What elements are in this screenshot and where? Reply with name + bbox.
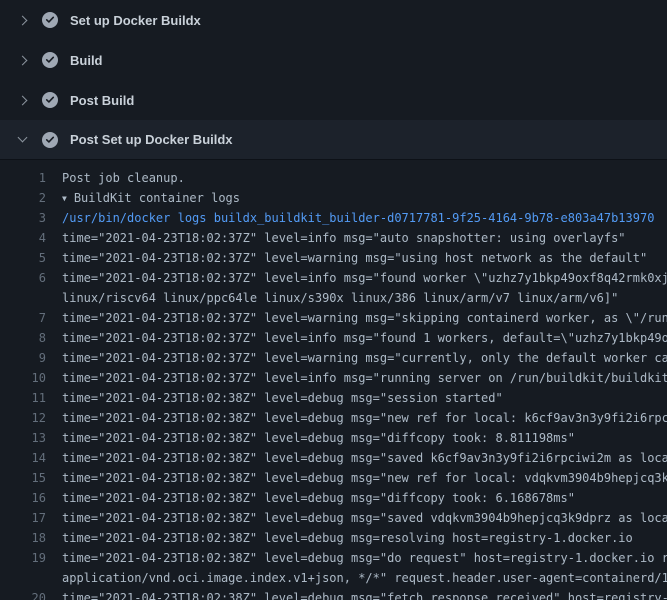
log-command-line: 3/usr/bin/docker logs buildx_buildkit_bu… xyxy=(0,208,667,228)
log-text: time="2021-04-23T18:02:37Z" level=warnin… xyxy=(62,308,667,328)
log-text: time="2021-04-23T18:02:38Z" level=debug … xyxy=(62,528,633,548)
line-number[interactable]: 17 xyxy=(0,508,46,528)
log-text: time="2021-04-23T18:02:38Z" level=debug … xyxy=(62,468,667,488)
line-number[interactable]: 16 xyxy=(0,488,46,508)
log-line: 12 time="2021-04-23T18:02:38Z" level=debu… xyxy=(0,408,667,428)
step-section-post-setup-docker-buildx[interactable]: Post Set up Docker Buildx xyxy=(0,120,667,160)
log-line: 6 time="2021-04-23T18:02:37Z" level=info … xyxy=(0,268,667,288)
line-number[interactable]: 7 xyxy=(0,308,46,328)
line-number[interactable]: 5 xyxy=(0,248,46,268)
log-line: 9 time="2021-04-23T18:02:37Z" level=warni… xyxy=(0,348,667,368)
log-text: time="2021-04-23T18:02:38Z" level=debug … xyxy=(62,448,667,468)
log-line: 20 time="2021-04-23T18:02:38Z" level=debu… xyxy=(0,588,667,600)
log-text: time="2021-04-23T18:02:38Z" level=debug … xyxy=(62,388,503,408)
log-text: time="2021-04-23T18:02:37Z" level=info m… xyxy=(62,268,667,288)
step-section-post-build[interactable]: Post Build xyxy=(0,80,667,120)
line-number[interactable]: 13 xyxy=(0,428,46,448)
line-number[interactable]: 12 xyxy=(0,408,46,428)
line-number[interactable]: 6 xyxy=(0,268,46,288)
line-number[interactable]: 18 xyxy=(0,528,46,548)
log-group-line: 2 ▼ BuildKit container logs xyxy=(0,188,667,208)
step-success-icon xyxy=(42,12,58,28)
log-line-continuation: linux/riscv64 linux/ppc64le linux/s390x … xyxy=(0,288,667,308)
log-command-text: /usr/bin/docker logs buildx_buildkit_bui… xyxy=(62,208,654,228)
log-line: 4 time="2021-04-23T18:02:37Z" level=info … xyxy=(0,228,667,248)
log-line: 5 time="2021-04-23T18:02:37Z" level=warni… xyxy=(0,248,667,268)
triangle-down-icon: ▼ xyxy=(62,189,67,208)
line-number[interactable]: 15 xyxy=(0,468,46,488)
chevron-down-icon[interactable] xyxy=(14,138,30,141)
log-text: time="2021-04-23T18:02:37Z" level=warnin… xyxy=(62,248,647,268)
log-text: time="2021-04-23T18:02:37Z" level=info m… xyxy=(62,328,667,348)
log-line: 7 time="2021-04-23T18:02:37Z" level=warni… xyxy=(0,308,667,328)
log-text: time="2021-04-23T18:02:37Z" level=warnin… xyxy=(62,348,667,368)
line-number[interactable]: 20 xyxy=(0,588,46,600)
line-number[interactable]: 1 xyxy=(0,168,46,188)
log-line: 8 time="2021-04-23T18:02:37Z" level=info … xyxy=(0,328,667,348)
log-text: time="2021-04-23T18:02:37Z" level=info m… xyxy=(62,228,626,248)
log-text: time="2021-04-23T18:02:38Z" level=debug … xyxy=(62,548,667,568)
line-number[interactable]: 3 xyxy=(0,208,46,228)
line-number[interactable]: 11 xyxy=(0,388,46,408)
log-line: 14 time="2021-04-23T18:02:38Z" level=debu… xyxy=(0,448,667,468)
line-number[interactable]: 9 xyxy=(0,348,46,368)
log-text: time="2021-04-23T18:02:38Z" level=debug … xyxy=(62,508,667,528)
step-success-icon xyxy=(42,92,58,108)
log-line-continuation: application/vnd.oci.image.index.v1+json,… xyxy=(0,568,667,588)
log-line: 15 time="2021-04-23T18:02:38Z" level=debu… xyxy=(0,468,667,488)
log-text: linux/riscv64 linux/ppc64le linux/s390x … xyxy=(62,288,618,308)
log-line: 13 time="2021-04-23T18:02:38Z" level=debu… xyxy=(0,428,667,448)
log-text: time="2021-04-23T18:02:38Z" level=debug … xyxy=(62,488,575,508)
line-number[interactable]: 4 xyxy=(0,228,46,248)
chevron-right-icon[interactable] xyxy=(14,17,30,24)
line-number[interactable]: 14 xyxy=(0,448,46,468)
step-name: Post Set up Docker Buildx xyxy=(70,132,233,147)
line-number[interactable]: 8 xyxy=(0,328,46,348)
step-list: Set up Docker Buildx Build Post Build Po… xyxy=(0,0,667,160)
step-name: Post Build xyxy=(70,93,134,108)
log-group-label: BuildKit container logs xyxy=(74,191,240,205)
log-line: 11 time="2021-04-23T18:02:38Z" level=debu… xyxy=(0,388,667,408)
line-number xyxy=(0,568,46,588)
log-line: 17 time="2021-04-23T18:02:38Z" level=debu… xyxy=(0,508,667,528)
log-group-toggle[interactable]: ▼ BuildKit container logs xyxy=(62,188,240,208)
line-number[interactable]: 19 xyxy=(0,548,46,568)
log-text: application/vnd.oci.image.index.v1+json,… xyxy=(62,568,667,588)
log-line: 10 time="2021-04-23T18:02:37Z" level=info… xyxy=(0,368,667,388)
log-text: Post job cleanup. xyxy=(62,168,185,188)
log-text: time="2021-04-23T18:02:38Z" level=debug … xyxy=(62,588,667,600)
log-pane: 1 Post job cleanup. 2 ▼ BuildKit container … xyxy=(0,160,667,600)
step-success-icon xyxy=(42,132,58,148)
log-text: time="2021-04-23T18:02:38Z" level=debug … xyxy=(62,428,575,448)
log-line: 1 Post job cleanup. xyxy=(0,168,667,188)
step-success-icon xyxy=(42,52,58,68)
step-name: Build xyxy=(70,53,103,68)
line-number xyxy=(0,288,46,308)
line-number[interactable]: 2 xyxy=(0,188,46,208)
log-line: 18 time="2021-04-23T18:02:38Z" level=debu… xyxy=(0,528,667,548)
log-line: 19 time="2021-04-23T18:02:38Z" level=debu… xyxy=(0,548,667,568)
log-text: time="2021-04-23T18:02:37Z" level=info m… xyxy=(62,368,667,388)
line-number[interactable]: 10 xyxy=(0,368,46,388)
step-name: Set up Docker Buildx xyxy=(70,13,201,28)
log-text: time="2021-04-23T18:02:38Z" level=debug … xyxy=(62,408,667,428)
chevron-right-icon[interactable] xyxy=(14,97,30,104)
actions-log-viewer: Set up Docker Buildx Build Post Build Po… xyxy=(0,0,667,600)
chevron-right-icon[interactable] xyxy=(14,57,30,64)
step-section-setup-docker-buildx[interactable]: Set up Docker Buildx xyxy=(0,0,667,40)
step-section-build[interactable]: Build xyxy=(0,40,667,80)
log-line: 16 time="2021-04-23T18:02:38Z" level=debu… xyxy=(0,488,667,508)
